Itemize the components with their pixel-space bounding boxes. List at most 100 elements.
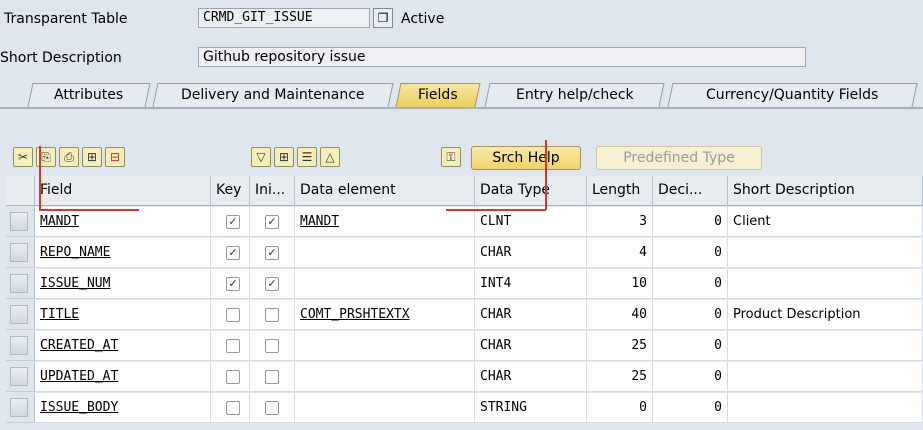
predefined-type-button[interactable]: Predefined Type — [596, 146, 762, 170]
cell-initial[interactable]: ✓ — [250, 238, 295, 268]
cell-data-type[interactable]: CHAR — [475, 300, 587, 330]
collapse-icon[interactable]: △ — [320, 147, 340, 167]
tab-delivery-and-maintenance[interactable]: Delivery and Maintenance — [152, 83, 394, 107]
col-header-decimals[interactable]: Deci... — [653, 176, 728, 206]
cell-initial[interactable] — [250, 393, 295, 423]
cell-length[interactable]: 40 — [587, 300, 653, 330]
cell-data-element[interactable] — [295, 269, 475, 299]
initial-checkbox[interactable]: ✓ — [265, 215, 279, 229]
key-checkbox[interactable] — [226, 339, 240, 353]
cell-data-type[interactable]: STRING — [475, 393, 587, 423]
col-header-key[interactable]: Key — [211, 176, 250, 206]
initial-checkbox[interactable] — [265, 339, 279, 353]
tab-currency-quantity-fields[interactable]: Currency/Quantity Fields — [667, 83, 918, 107]
cell-data-element[interactable] — [295, 238, 475, 268]
cell-length[interactable]: 0 — [587, 393, 653, 423]
initial-checkbox[interactable] — [265, 401, 279, 415]
insert-row-icon[interactable]: ⊞ — [82, 147, 102, 167]
cell-decimals[interactable]: 0 — [653, 331, 728, 361]
tab-fields[interactable]: Fields — [395, 83, 481, 107]
cut-icon[interactable]: ✂ — [13, 147, 33, 167]
row-selector[interactable] — [6, 362, 35, 392]
cell-length[interactable]: 3 — [587, 207, 653, 237]
cell-decimals[interactable]: 0 — [653, 300, 728, 330]
cell-length[interactable]: 4 — [587, 238, 653, 268]
cell-short-description[interactable] — [728, 362, 923, 392]
cell-data-type[interactable]: CLNT — [475, 207, 587, 237]
key-checkbox[interactable]: ✓ — [226, 215, 240, 229]
srch-help-button[interactable]: Srch Help — [471, 146, 581, 170]
insert-icon[interactable]: ⊞ — [274, 147, 294, 167]
cell-short-description[interactable] — [728, 393, 923, 423]
cell-short-description[interactable] — [728, 238, 923, 268]
cell-field[interactable]: MANDT — [35, 207, 211, 237]
col-header-data-type[interactable]: Data Type — [475, 176, 587, 206]
cell-initial[interactable] — [250, 300, 295, 330]
row-selector[interactable] — [6, 393, 35, 423]
cell-decimals[interactable]: 0 — [653, 362, 728, 392]
key-checkbox[interactable] — [226, 370, 240, 384]
row-selector[interactable] — [6, 269, 35, 299]
cell-key[interactable]: ✓ — [211, 207, 250, 237]
col-header-data-element[interactable]: Data element — [295, 176, 475, 206]
col-header-initial[interactable]: Ini... — [250, 176, 295, 206]
col-header-short-description[interactable]: Short Description — [728, 176, 923, 206]
key-checkbox[interactable]: ✓ — [226, 246, 240, 260]
table-row[interactable]: TITLE COMT_PRSHTEXTX CHAR 40 0 Product Descri… — [6, 300, 923, 330]
cell-key[interactable] — [211, 300, 250, 330]
cell-length[interactable]: 25 — [587, 362, 653, 392]
key-search-icon[interactable]: ⚿ — [441, 147, 461, 167]
filter-icon[interactable]: ▽ — [251, 147, 271, 167]
key-checkbox[interactable] — [226, 308, 240, 322]
cell-data-element[interactable]: MANDT — [295, 207, 475, 237]
cell-length[interactable]: 10 — [587, 269, 653, 299]
cell-decimals[interactable]: 0 — [653, 269, 728, 299]
table-row[interactable]: CREATED_AT CHAR 25 0 — [6, 331, 923, 361]
cell-short-description[interactable]: Client — [728, 207, 923, 237]
initial-checkbox[interactable]: ✓ — [265, 246, 279, 260]
cell-data-element[interactable] — [295, 331, 475, 361]
initial-checkbox[interactable] — [265, 308, 279, 322]
table-row[interactable]: ISSUE_BODY STRING 0 0 — [6, 393, 923, 423]
paste-icon[interactable]: ⎙ — [59, 147, 79, 167]
short-description-field[interactable]: Github repository issue — [198, 47, 806, 67]
cell-initial[interactable] — [250, 362, 295, 392]
cell-field[interactable]: TITLE — [35, 300, 211, 330]
cell-key[interactable] — [211, 393, 250, 423]
cell-key[interactable] — [211, 362, 250, 392]
cell-short-description[interactable] — [728, 269, 923, 299]
table-name-field[interactable]: CRMD_GIT_ISSUE — [198, 8, 370, 28]
cell-short-description[interactable] — [728, 331, 923, 361]
cell-field[interactable]: CREATED_AT — [35, 331, 211, 361]
cell-initial[interactable]: ✓ — [250, 207, 295, 237]
delete-row-icon[interactable]: ⊟ — [105, 147, 125, 167]
table-row[interactable]: ISSUE_NUM ✓ ✓ INT4 10 0 — [6, 269, 923, 299]
cell-field[interactable]: ISSUE_BODY — [35, 393, 211, 423]
cell-data-type[interactable]: INT4 — [475, 269, 587, 299]
initial-checkbox[interactable] — [265, 370, 279, 384]
table-row[interactable]: UPDATED_AT CHAR 25 0 — [6, 362, 923, 392]
cell-decimals[interactable]: 0 — [653, 393, 728, 423]
cell-data-element[interactable] — [295, 393, 475, 423]
cell-decimals[interactable]: 0 — [653, 238, 728, 268]
cell-initial[interactable] — [250, 331, 295, 361]
cell-field[interactable]: REPO_NAME — [35, 238, 211, 268]
cell-field[interactable]: UPDATED_AT — [35, 362, 211, 392]
cell-key[interactable]: ✓ — [211, 269, 250, 299]
cell-data-type[interactable]: CHAR — [475, 238, 587, 268]
display-toggle-icon[interactable]: ❐ — [373, 8, 393, 28]
row-selector[interactable] — [6, 238, 35, 268]
cell-key[interactable] — [211, 331, 250, 361]
row-selector[interactable] — [6, 207, 35, 237]
table-row[interactable]: REPO_NAME ✓ ✓ CHAR 4 0 — [6, 238, 923, 268]
cell-data-element[interactable] — [295, 362, 475, 392]
tab-attributes[interactable]: Attributes — [27, 83, 151, 107]
cell-data-type[interactable]: CHAR — [475, 362, 587, 392]
row-selector[interactable] — [6, 331, 35, 361]
cell-field[interactable]: ISSUE_NUM — [35, 269, 211, 299]
cell-data-type[interactable]: CHAR — [475, 331, 587, 361]
key-checkbox[interactable] — [226, 401, 240, 415]
details-icon[interactable]: ☰ — [297, 147, 317, 167]
initial-checkbox[interactable]: ✓ — [265, 277, 279, 291]
cell-key[interactable]: ✓ — [211, 238, 250, 268]
